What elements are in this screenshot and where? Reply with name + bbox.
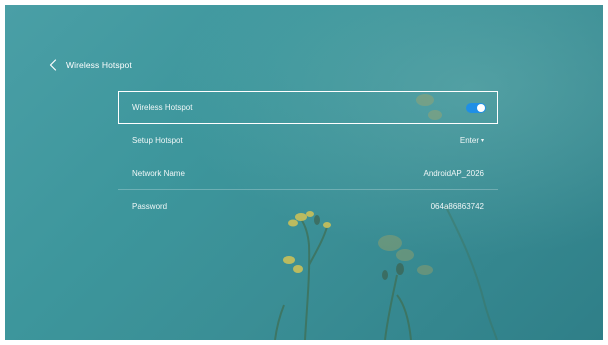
setup-hotspot-value: Enter ▾ xyxy=(460,136,484,145)
chevron-left-icon[interactable] xyxy=(49,59,57,71)
setup-hotspot-row[interactable]: Setup Hotspot Enter ▾ xyxy=(118,124,498,157)
setup-hotspot-label: Setup Hotspot xyxy=(132,136,183,145)
wireless-hotspot-label: Wireless Hotspot xyxy=(132,103,193,112)
wireless-hotspot-toggle[interactable] xyxy=(466,102,486,113)
page-title: Wireless Hotspot xyxy=(66,60,132,70)
tv-screen: Wireless Hotspot Wireless Hotspot Setup … xyxy=(5,5,603,340)
password-value: 064a86863742 xyxy=(430,202,484,211)
password-row[interactable]: Password 064a86863742 xyxy=(118,190,498,223)
network-name-row[interactable]: Network Name AndroidAP_2026 xyxy=(118,157,498,190)
network-name-value: AndroidAP_2026 xyxy=(423,169,485,178)
back-navigation[interactable]: Wireless Hotspot xyxy=(49,56,132,74)
setup-hotspot-enter: Enter xyxy=(459,136,479,145)
hotspot-settings-list: Wireless Hotspot Setup Hotspot Enter ▾ N… xyxy=(118,91,498,223)
network-name-label: Network Name xyxy=(132,169,185,178)
wireless-hotspot-row[interactable]: Wireless Hotspot xyxy=(118,91,498,124)
toggle-knob xyxy=(477,103,485,112)
caret-down-icon: ▾ xyxy=(480,137,484,144)
password-label: Password xyxy=(132,202,168,211)
